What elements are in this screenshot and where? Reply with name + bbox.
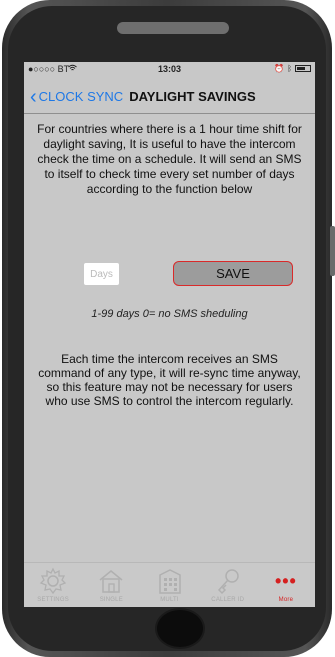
house-icon [96, 566, 126, 596]
tab-settings[interactable]: SETTINGS [24, 563, 82, 607]
tab-label: SINGLE [99, 597, 123, 603]
days-input[interactable] [84, 263, 119, 285]
tab-more[interactable]: ••• More [257, 563, 315, 607]
status-time: 13:03 [157, 64, 182, 74]
bluetooth-icon: ᛒ [287, 64, 292, 73]
chevron-left-icon: ‹ [30, 85, 37, 108]
side-button [330, 226, 335, 276]
earpiece-speaker [117, 22, 229, 34]
tab-multi[interactable]: MULTI [140, 563, 198, 607]
page-title: DAYLIGHT SAVINGS [129, 89, 256, 104]
app-screen: ●○○○○ BT 13:03 ⏰ ᛒ ‹ CLOCK SYNC DAYLIGHT… [24, 62, 315, 607]
gear-icon [38, 566, 68, 596]
back-button[interactable]: ‹ CLOCK SYNC [24, 87, 123, 107]
days-hint: 1-99 days 0= no SMS sheduling [91, 308, 248, 320]
status-indicators: ⏰ ᛒ [274, 64, 311, 73]
sms-resync-note: Each time the intercom receives an SMS c… [38, 352, 301, 408]
battery-icon [295, 65, 311, 72]
intro-text: For countries where there is a 1 hour ti… [37, 122, 302, 196]
key-icon [213, 566, 243, 596]
building-icon [155, 566, 185, 596]
phone-frame: ●○○○○ BT 13:03 ⏰ ᛒ ‹ CLOCK SYNC DAYLIGHT… [2, 0, 335, 657]
alarm-icon: ⏰ [274, 64, 285, 73]
back-button-label: CLOCK SYNC [38, 89, 124, 104]
tab-bar: SETTINGS SINGLE MULTI CALLER ID ••• More [24, 562, 315, 607]
tab-caller-id[interactable]: CALLER ID [199, 563, 257, 607]
more-dots-icon: ••• [274, 571, 297, 591]
save-button[interactable]: SAVE [173, 261, 293, 286]
tab-label: CALLER ID [211, 597, 245, 603]
status-bar: ●○○○○ BT 13:03 ⏰ ᛒ [24, 62, 315, 76]
home-button[interactable] [155, 608, 205, 649]
tab-label: MULTI [160, 597, 179, 603]
tab-label: SETTINGS [37, 597, 69, 603]
tab-single[interactable]: SINGLE [82, 563, 140, 607]
navigation-bar: ‹ CLOCK SYNC DAYLIGHT SAVINGS [24, 80, 315, 114]
tab-label: More [278, 597, 294, 603]
